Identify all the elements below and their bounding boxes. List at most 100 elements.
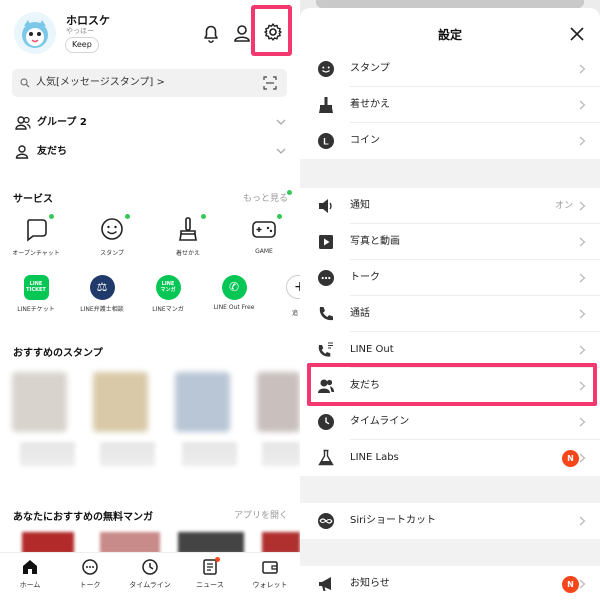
gamepad-icon [252,221,276,238]
settings-item-stamp[interactable]: スタンプ [300,51,600,87]
app-label: LINEチケット [17,306,55,313]
settings-item-theme[interactable]: 着せかえ [300,87,600,123]
chevron-right-icon [579,417,586,427]
manga-thumbnail[interactable] [22,532,74,554]
chevron-right-icon [579,453,586,463]
settings-item-talk[interactable]: トーク [300,260,600,296]
settings-item-coin[interactable]: L コイン [300,123,600,159]
settings-item-notifications[interactable]: 通知 オン [300,188,600,224]
app-label: LINEマンガ [152,306,184,313]
service-theme[interactable]: 着せかえ [158,214,218,257]
add-service-icon[interactable]: + [286,275,300,299]
settings-item-label: お知らせ [350,578,390,589]
sticker-thumbnail[interactable] [257,372,300,432]
sticker-caption [182,442,237,466]
clock-icon [140,557,160,577]
notifications-value: オン [554,201,573,211]
settings-item-label: 通話 [350,308,370,319]
settings-item-label: スタンプ [350,63,390,74]
settings-screen: 設定 スタンプ 着せかえ L コイン 通知 オン 写真と動画 トーク 通話 LI… [300,0,600,600]
svg-text:L: L [323,137,329,147]
settings-item-announcements[interactable]: お知らせ N [300,566,600,600]
settings-item-photos-videos[interactable]: 写真と動画 [300,224,600,260]
app-label: LINE弁護士相談 [80,306,124,313]
services-more-link[interactable]: もっと見る [243,191,288,204]
settings-item-label: LINE Labs [350,452,399,463]
settings-item-siri-shortcuts[interactable]: Siriショートカット [300,503,600,539]
settings-item-label: 通知 [350,200,370,211]
new-badge: N [562,450,579,467]
settings-item-label: Siriショートカット [350,515,437,526]
speaker-icon [317,197,335,215]
sticker-caption [20,442,75,466]
keep-button[interactable]: Keep [65,37,99,53]
settings-item-label: トーク [350,272,380,283]
nav-home[interactable]: ホーム [0,557,60,590]
home-screen: ホロスケ やっほー Keep 人気[メッセージスタンプ] > グループ 2 友だ… [0,0,300,600]
qr-scan-icon[interactable] [263,76,277,90]
service-label: 着せかえ [175,250,200,257]
settings-item-label: コイン [350,135,380,146]
groups-row[interactable]: グループ 2 [0,110,300,136]
sticker-thumbnail[interactable] [12,372,67,432]
profile-status: やっほー [66,27,94,35]
smiley-icon [317,60,335,78]
notification-dot [215,557,220,562]
nav-news[interactable]: ニュース [180,557,240,590]
nav-label: ホーム [19,581,41,589]
service-open-chat[interactable]: オープンチャット [6,214,66,257]
search-icon [20,78,30,88]
nav-talk[interactable]: トーク [60,557,120,590]
search-bar[interactable]: 人気[メッセージスタンプ] > [12,69,287,97]
app-line-ticket[interactable]: LINE TICKET LINEチケット [6,275,66,313]
app-line-manga[interactable]: LINE マンガ LINEマンガ [138,275,198,313]
phone-icon [317,305,335,323]
chevron-right-icon [579,273,586,283]
scales-icon: ⚖ [89,275,115,300]
bell-icon[interactable] [200,22,222,44]
app-line-lawyer[interactable]: ⚖ LINE弁護士相談 [72,275,132,313]
settings-highlight-box [251,5,292,56]
close-icon[interactable] [570,27,584,41]
new-badge: N [562,576,579,593]
new-dot [125,214,130,219]
search-text: 人気[メッセージスタンプ] > [36,77,165,88]
friends-row[interactable]: 友だち [0,139,300,165]
manga-thumbnail[interactable] [262,532,300,554]
manga-more-link[interactable]: アプリを開く [234,508,288,521]
chat-bubble-icon [80,557,100,577]
chevron-down-icon [276,148,286,155]
phone-out-icon [317,341,335,359]
sticker-thumbnail[interactable] [93,372,148,432]
service-stamp[interactable]: スタンプ [82,214,142,257]
manga-thumbnail[interactable] [178,532,244,554]
service-game[interactable]: GAME [234,214,294,255]
coin-icon: L [317,132,335,150]
settings-item-line-labs[interactable]: LINE Labs N [300,440,600,476]
sticker-caption [262,442,300,466]
settings-item-calls[interactable]: 通話 [300,296,600,332]
home-icon [20,557,40,577]
wallet-icon [260,557,280,577]
service-label: オープンチャット [12,250,60,257]
nav-timeline[interactable]: タイムライン [120,557,180,590]
stickers-title: おすすめのスタンプ [13,348,103,359]
service-label: GAME [255,248,273,255]
flask-icon [317,449,335,467]
manga-thumbnail[interactable] [100,532,160,554]
nav-label: タイムライン [129,581,171,589]
app-label: LINE Out Free [213,304,255,311]
open-chat-icon [27,219,47,242]
section-gap [300,539,600,566]
settings-item-timeline[interactable]: タイムライン [300,404,600,440]
chevron-right-icon [579,237,586,247]
app-line-out-free[interactable]: ✆ LINE Out Free [204,275,264,311]
chevron-right-icon [579,100,586,110]
avatar[interactable] [14,12,56,54]
clock-icon [317,413,335,431]
new-dot [277,214,282,219]
sticker-thumbnail[interactable] [175,372,230,432]
sticker-caption [100,442,155,466]
settings-item-label: タイムライン [350,416,410,427]
nav-wallet[interactable]: ウォレット [240,557,300,590]
